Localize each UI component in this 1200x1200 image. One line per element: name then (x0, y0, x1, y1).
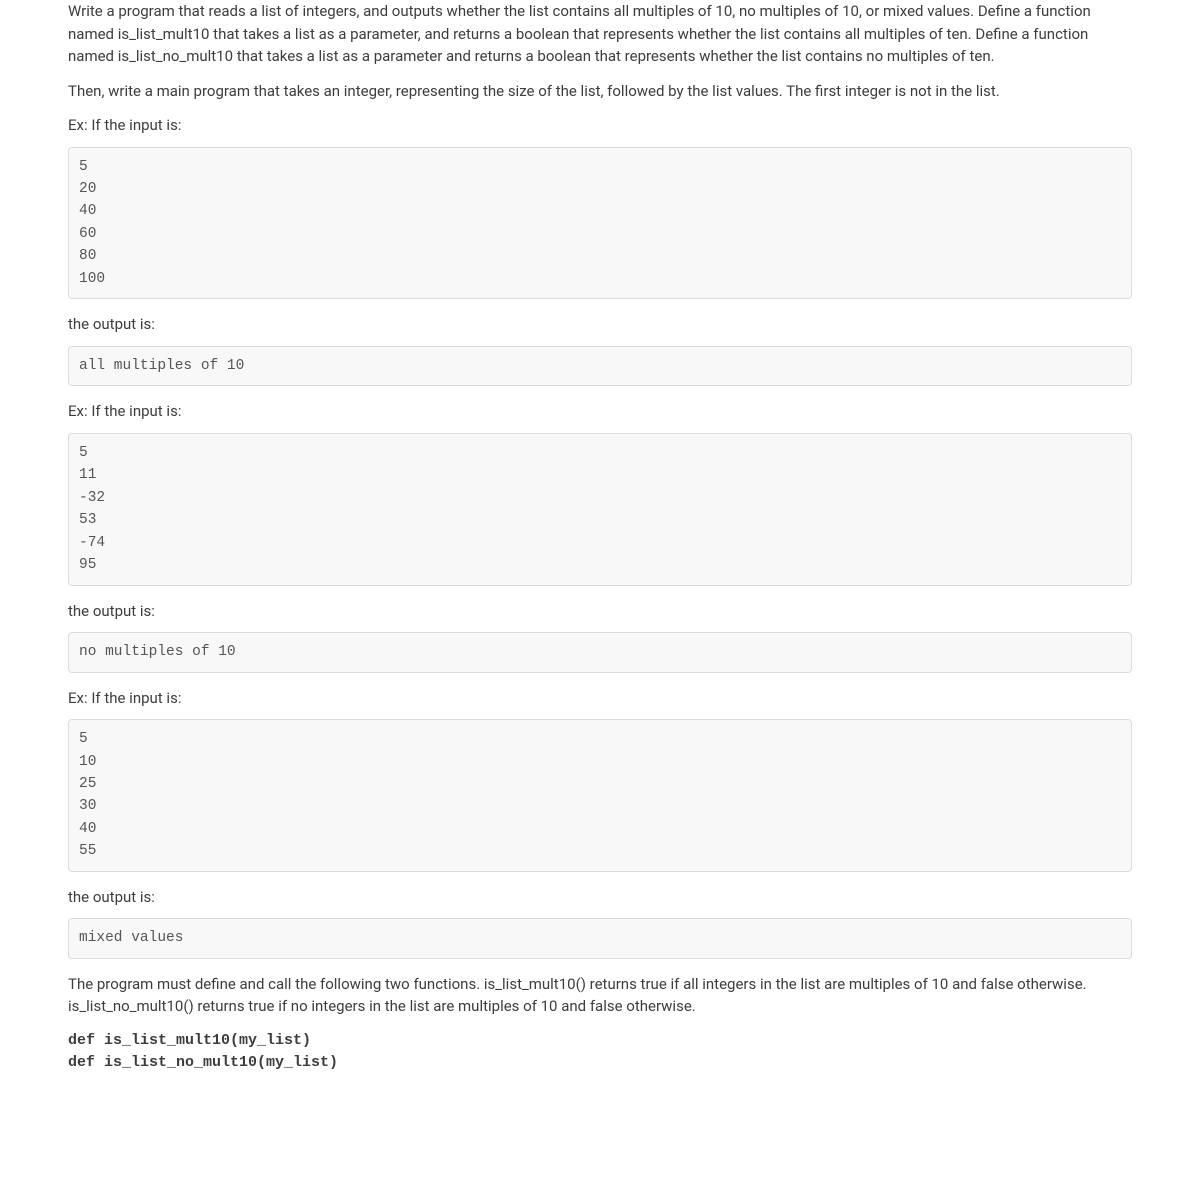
intro-paragraph-1: Write a program that reads a list of int… (68, 0, 1132, 68)
output-label-3: the output is: (68, 886, 1132, 909)
example2-output-block: no multiples of 10 (68, 632, 1132, 672)
example-input-label-1: Ex: If the input is: (68, 114, 1132, 137)
problem-description: Write a program that reads a list of int… (68, 0, 1132, 1075)
output-label-1: the output is: (68, 313, 1132, 336)
def-line-2: def is_list_no_mult10(my_list) (68, 1052, 1132, 1075)
example2-input-block: 5 11 -32 53 -74 95 (68, 433, 1132, 586)
example3-input-block: 5 10 25 30 40 55 (68, 719, 1132, 872)
def-line-1: def is_list_mult10(my_list) (68, 1030, 1132, 1053)
example1-output-block: all multiples of 10 (68, 346, 1132, 386)
example-input-label-2: Ex: If the input is: (68, 400, 1132, 423)
example-input-label-3: Ex: If the input is: (68, 687, 1132, 710)
closing-paragraph: The program must define and call the fol… (68, 973, 1132, 1018)
intro-paragraph-2: Then, write a main program that takes an… (68, 80, 1132, 103)
example3-output-block: mixed values (68, 918, 1132, 958)
example1-input-block: 5 20 40 60 80 100 (68, 147, 1132, 300)
output-label-2: the output is: (68, 600, 1132, 623)
